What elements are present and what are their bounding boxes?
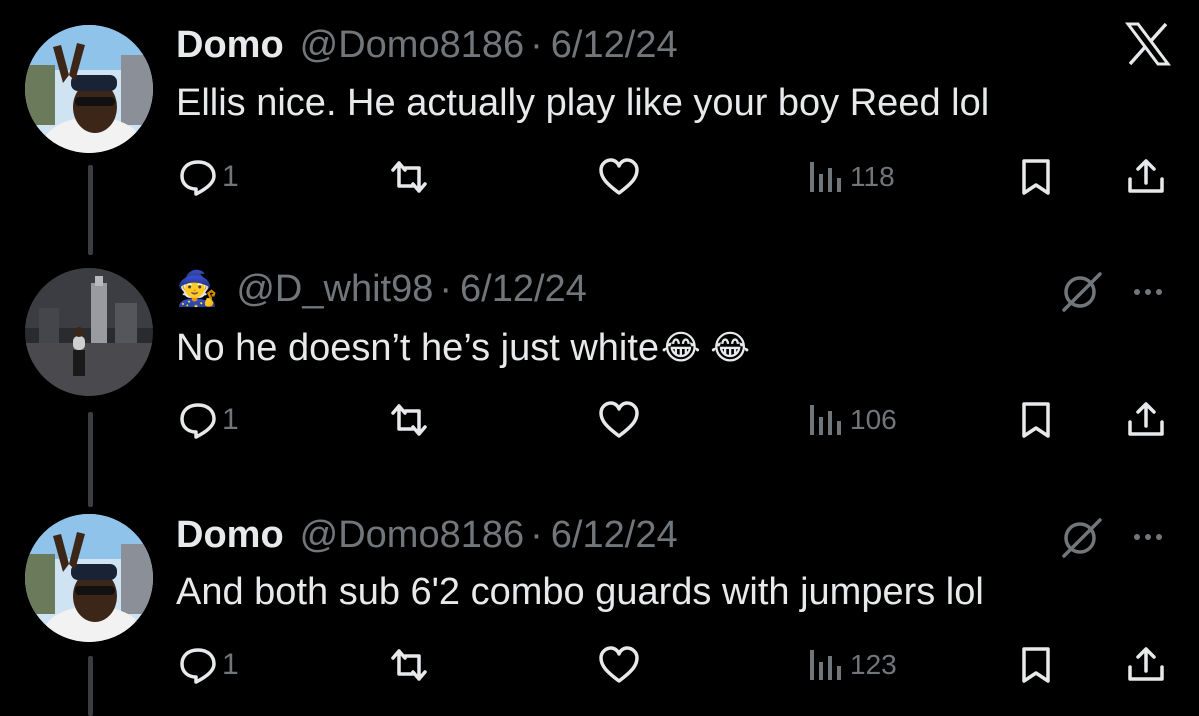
retweet-icon	[391, 649, 427, 681]
retweet-button[interactable]	[385, 157, 433, 197]
view-count: 118	[850, 161, 895, 192]
heart-icon	[599, 158, 639, 195]
display-name[interactable]: Domo	[176, 24, 284, 67]
view-count: 106	[850, 404, 897, 435]
tweet-actions: 1 106	[0, 400, 1199, 440]
heart-icon	[599, 646, 639, 683]
share-icon	[1128, 402, 1164, 436]
share-button[interactable]	[1126, 157, 1166, 197]
bookmark-button[interactable]	[1018, 645, 1054, 685]
grok-icon[interactable]	[1060, 270, 1104, 319]
reply-button[interactable]: 1	[178, 400, 239, 440]
views-button[interactable]: 106	[806, 400, 897, 440]
reply-icon	[180, 403, 216, 439]
views-icon	[810, 405, 841, 435]
avatar[interactable]	[25, 514, 153, 642]
reply-icon	[180, 160, 216, 196]
separator-dot: ·	[530, 513, 543, 556]
retweet-button[interactable]	[385, 645, 433, 685]
like-button[interactable]	[597, 645, 641, 685]
bookmark-button[interactable]	[1018, 400, 1054, 440]
user-handle[interactable]: @D_whit98	[236, 268, 433, 311]
share-button[interactable]	[1126, 645, 1166, 685]
reply-count: 1	[222, 160, 239, 193]
tweet-header: Domo @Domo8186 · 6/12/24	[176, 22, 678, 68]
views-icon	[810, 650, 841, 680]
wizard-emoji: 🧙	[176, 270, 219, 308]
avatar[interactable]	[25, 25, 153, 153]
like-button[interactable]	[597, 400, 641, 440]
retweet-icon	[391, 161, 427, 193]
heart-icon	[599, 401, 639, 438]
tweet-header: 🧙 @D_whit98 · 6/12/24	[176, 266, 587, 312]
laughing-emoji: 😂 😂	[661, 329, 750, 367]
reply-icon	[180, 648, 216, 684]
view-count: 123	[850, 649, 897, 680]
share-icon	[1128, 159, 1164, 193]
reply-button[interactable]: 1	[178, 157, 239, 197]
x-logo-icon[interactable]	[1124, 22, 1172, 71]
share-icon	[1128, 647, 1164, 681]
tweet-text: Ellis nice. He actually play like your b…	[176, 80, 989, 126]
tweet-date[interactable]: 6/12/24	[460, 268, 587, 311]
tweet-actions: 1 123	[0, 645, 1199, 685]
bookmark-icon	[1022, 159, 1050, 195]
like-button[interactable]	[597, 157, 641, 197]
tweet-text-content: And both sub 6'2 combo guards with jumpe…	[176, 570, 984, 613]
more-options-icon[interactable]	[1134, 534, 1162, 540]
tweet-header: Domo @Domo8186 · 6/12/24	[176, 512, 678, 558]
more-options-icon[interactable]	[1134, 289, 1162, 295]
bookmark-icon	[1022, 402, 1050, 438]
tweet-date[interactable]: 6/12/24	[551, 24, 678, 67]
user-handle[interactable]: @Domo8186	[300, 514, 524, 557]
separator-dot: ·	[530, 23, 543, 66]
avatar[interactable]	[25, 268, 153, 396]
retweet-button[interactable]	[385, 400, 433, 440]
user-handle[interactable]: @Domo8186	[300, 24, 524, 67]
reply-button[interactable]: 1	[178, 645, 239, 685]
views-button[interactable]: 118	[806, 157, 895, 197]
display-name[interactable]: Domo	[176, 514, 284, 557]
tweet-text: No he doesn’t he’s just white 😂 😂	[176, 325, 750, 371]
views-icon	[810, 162, 841, 192]
reply-count: 1	[222, 648, 239, 681]
share-button[interactable]	[1126, 400, 1166, 440]
views-button[interactable]: 123	[806, 645, 897, 685]
reply-count: 1	[222, 403, 239, 436]
separator-dot: ·	[439, 267, 452, 310]
tweet-date[interactable]: 6/12/24	[551, 514, 678, 557]
tweet-text-content: Ellis nice. He actually play like your b…	[176, 81, 990, 124]
bookmark-icon	[1022, 647, 1050, 683]
tweet-actions: 1 118	[0, 157, 1199, 197]
retweet-icon	[391, 404, 427, 436]
grok-icon[interactable]	[1060, 516, 1104, 565]
bookmark-button[interactable]	[1018, 157, 1054, 197]
tweet-text-content: No he doesn’t he’s just white	[176, 326, 660, 369]
tweet-text: And both sub 6'2 combo guards with jumpe…	[176, 569, 984, 615]
